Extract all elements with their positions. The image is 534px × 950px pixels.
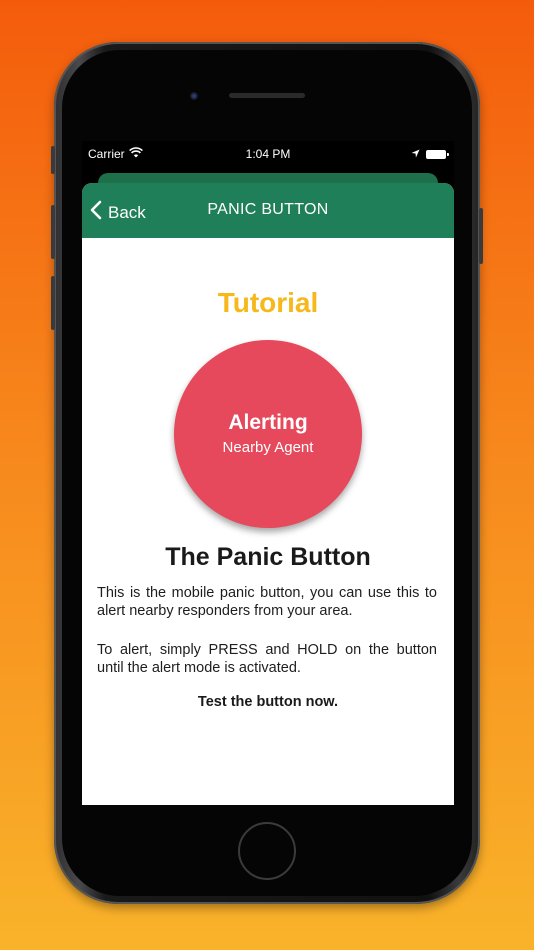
instruction-paragraph: To alert, simply PRESS and HOLD on the b… xyxy=(97,642,437,676)
volume-down-button xyxy=(51,276,55,330)
section-heading: The Panic Button xyxy=(165,543,371,571)
front-camera xyxy=(190,92,198,100)
power-button xyxy=(479,208,483,264)
panic-button-sublabel: Nearby Agent xyxy=(222,438,314,456)
volume-up-button xyxy=(51,205,55,259)
call-to-action-text: Test the button now. xyxy=(197,694,339,710)
nav-title: PANIC BUTTON xyxy=(207,201,329,218)
panic-button-label: Alerting xyxy=(228,410,308,434)
home-button[interactable] xyxy=(238,822,296,880)
phone-screen: Carrier 1:04 PM Back PANIC BUTTON Tutori… xyxy=(82,141,454,805)
status-right-group xyxy=(411,147,449,161)
location-arrow-icon xyxy=(411,147,420,161)
status-time: 1:04 PM xyxy=(245,147,291,161)
navigation-bar: Back PANIC BUTTON xyxy=(82,183,454,238)
modal-sheet: Back PANIC BUTTON Tutorial Alerting Near… xyxy=(82,183,454,805)
mute-switch xyxy=(51,146,55,174)
tutorial-title: Tutorial xyxy=(217,287,319,318)
status-bar: Carrier 1:04 PM xyxy=(82,141,454,167)
panic-button[interactable]: Alerting Nearby Agent xyxy=(174,340,362,528)
description-paragraph: This is the mobile panic button, you can… xyxy=(97,585,437,619)
earpiece-speaker xyxy=(229,93,305,98)
battery-icon xyxy=(426,149,449,159)
